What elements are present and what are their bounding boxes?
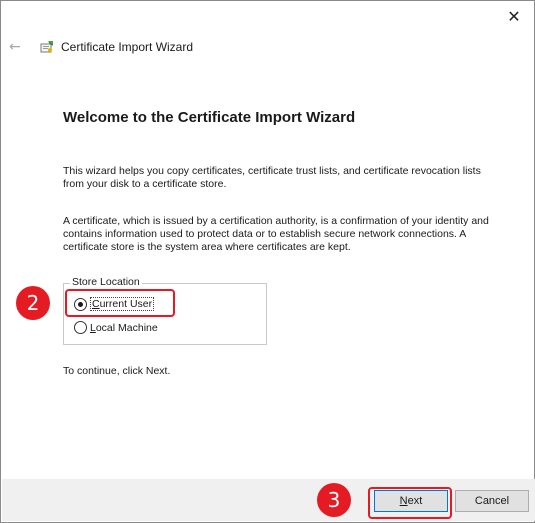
page-title: Welcome to the Certificate Import Wizard [63,109,356,126]
radio-local-machine-label: Local Machine [90,321,158,334]
close-button[interactable]: ✕ [500,5,528,27]
continue-instruction: To continue, click Next. [63,365,171,377]
radio-local-machine[interactable]: Local Machine [74,321,158,334]
description-paragraph: A certificate, which is issued by a cert… [63,215,489,253]
intro-paragraph: This wizard helps you copy certificates,… [63,165,481,190]
wizard-header-title: Certificate Import Wizard [61,40,194,54]
certificate-wizard-icon [40,41,53,53]
back-arrow-icon[interactable]: ← [9,39,29,55]
step-badge-3: 3 [317,483,351,517]
radio-button-unselected[interactable] [74,321,87,334]
wizard-window: ✕ ← Certificate Import Wizard Welcome to… [0,0,535,523]
current-user-highlight [65,289,175,317]
step-badge-2: 2 [16,286,50,320]
close-icon: ✕ [507,6,521,26]
next-button-highlight [368,487,452,519]
wizard-header: ← Certificate Import Wizard [9,37,193,57]
wizard-footer: Next Cancel [2,479,535,521]
store-location-label: Store Location [70,276,142,288]
cancel-button[interactable]: Cancel [455,490,529,512]
